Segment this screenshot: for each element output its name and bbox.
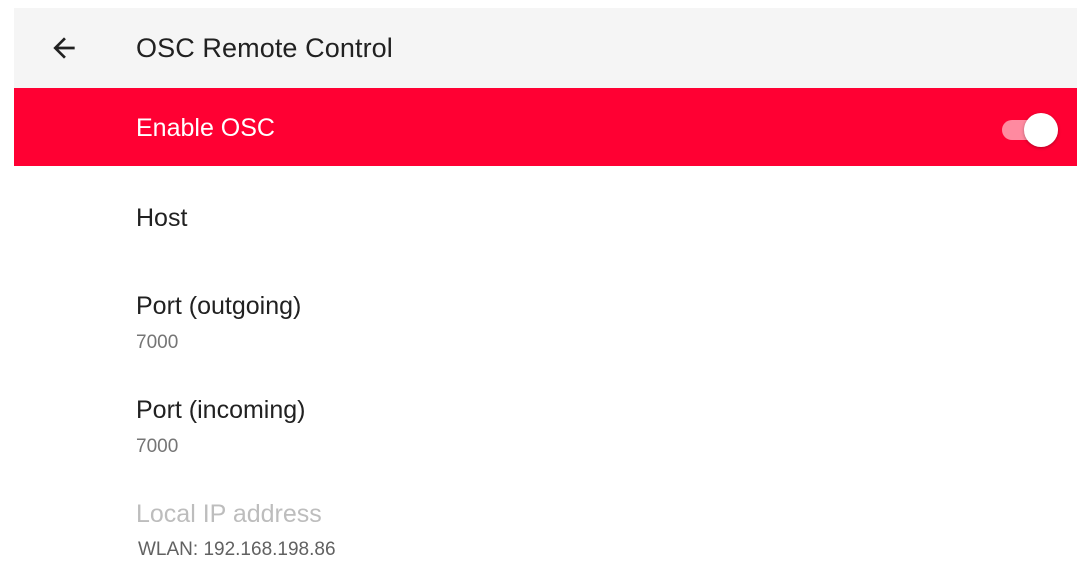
settings-page: OSC Remote Control Enable OSC Host Port … bbox=[0, 0, 1077, 562]
back-button[interactable] bbox=[44, 28, 84, 68]
pref-host[interactable]: Host bbox=[14, 166, 1077, 270]
pref-port-outgoing-value: 7000 bbox=[136, 332, 179, 353]
pref-host-title: Host bbox=[136, 204, 188, 232]
pref-local-ip-value: WLAN: 192.168.198.86 bbox=[138, 539, 336, 560]
pref-port-incoming-value: 7000 bbox=[136, 436, 179, 457]
enable-osc-label: Enable OSC bbox=[136, 114, 275, 142]
toggle-thumb bbox=[1024, 113, 1058, 147]
pref-local-ip: Local IP address WLAN: 192.168.198.86 bbox=[14, 480, 1077, 562]
pref-local-ip-title: Local IP address bbox=[136, 500, 322, 528]
pref-port-outgoing-title: Port (outgoing) bbox=[136, 292, 302, 320]
pref-port-incoming[interactable]: Port (incoming) 7000 bbox=[14, 376, 1077, 480]
app-bar: OSC Remote Control bbox=[14, 8, 1077, 88]
arrow-back-icon bbox=[53, 37, 75, 59]
enable-osc-toggle[interactable] bbox=[1000, 112, 1058, 147]
pref-port-outgoing[interactable]: Port (outgoing) 7000 bbox=[14, 272, 1077, 376]
enable-osc-switch-bar[interactable]: Enable OSC bbox=[14, 88, 1077, 166]
pref-port-incoming-title: Port (incoming) bbox=[136, 396, 306, 424]
page-title: OSC Remote Control bbox=[136, 33, 393, 63]
